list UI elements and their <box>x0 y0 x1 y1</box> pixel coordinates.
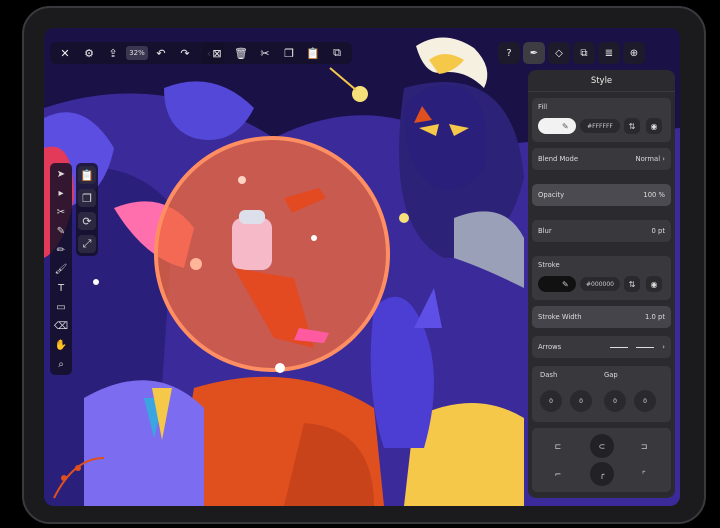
stroke-swap-icon[interactable]: ⇅ <box>624 276 640 292</box>
fill-hex-field[interactable]: #FFFFFF <box>580 119 620 133</box>
bevel-join-icon[interactable]: ⌜ <box>634 464 654 484</box>
stroke-width-slider[interactable]: Stroke Width 1.0 pt <box>532 306 671 328</box>
shape-tool-icon[interactable]: ▭ <box>53 299 69 315</box>
cap-join-section: ⊏ ⊂ ⊐ ⌐ ╭ ⌜ <box>532 428 671 492</box>
resize-icon[interactable]: ⤢ <box>78 235 96 253</box>
gap-label: Gap <box>604 371 618 379</box>
share-icon[interactable]: ⇪ <box>102 43 124 63</box>
fill-swap-icon[interactable]: ⇅ <box>624 118 640 134</box>
zoom-tool-icon[interactable]: ⌕ <box>53 356 69 372</box>
stroke-label: Stroke <box>538 261 560 269</box>
arrow-start-line-icon <box>610 346 629 348</box>
blend-mode-label: Blend Mode <box>538 155 579 163</box>
square-cap-icon[interactable]: ⊐ <box>634 436 654 456</box>
arrange-icon[interactable]: ⧉ <box>573 42 595 64</box>
select-tool-icon[interactable]: ➤ <box>53 166 69 182</box>
blur-slider[interactable]: Blur 0 pt <box>532 220 671 242</box>
copy-icon[interactable]: ❐ <box>278 43 300 63</box>
copy-style-icon[interactable]: ❐ <box>78 189 96 207</box>
stroke-visibility-eye-icon[interactable]: ◉ <box>646 276 662 292</box>
fill-color-swatch[interactable]: ✎ <box>538 118 576 134</box>
top-toolbar-left: ✕ ⚙ ⇪ 32% ↶ ↷ ‹ <box>50 42 224 64</box>
stroke-color-swatch[interactable]: ✎ <box>538 276 576 292</box>
scissors-tool-icon[interactable]: ✂ <box>53 204 69 220</box>
nodes-icon[interactable]: ◇ <box>548 42 570 64</box>
blur-value: 0 pt <box>651 227 665 235</box>
dash-label: Dash <box>540 371 558 379</box>
gap-value-2-knob[interactable]: 0 <box>634 390 656 412</box>
blend-mode-row[interactable]: Blend Mode Normal › <box>532 148 671 170</box>
arrows-row[interactable]: Arrows › <box>532 336 671 358</box>
left-toolbar: ➤ ▸ ✂ ✎ ✏ 🖌 T ▭ ⌫ ✋ ⌕ <box>50 163 72 375</box>
opacity-slider[interactable]: Opacity 100 % <box>532 184 671 206</box>
blend-mode-value: Normal <box>635 155 661 163</box>
layers-icon[interactable]: ≣ <box>598 42 620 64</box>
eyedropper-icon[interactable]: ✎ <box>562 280 569 289</box>
duplicate-icon[interactable]: ⧉ <box>326 43 348 63</box>
zoom-level[interactable]: 32% <box>126 46 148 60</box>
cut-icon[interactable]: ✂ <box>254 43 276 63</box>
style-tool-icon[interactable]: ✒ <box>523 42 545 64</box>
add-icon[interactable]: ⊕ <box>623 42 645 64</box>
arrow-end-line-icon <box>636 346 655 348</box>
brush-tool-icon[interactable]: 🖌 <box>53 261 69 277</box>
round-cap-icon[interactable]: ⊂ <box>590 434 614 458</box>
fill-visibility-eye-icon[interactable]: ◉ <box>646 118 662 134</box>
gap-value-1-knob[interactable]: 0 <box>604 390 626 412</box>
redo-icon[interactable]: ↷ <box>174 43 196 63</box>
pencil-tool-icon[interactable]: ✏ <box>53 242 69 258</box>
top-toolbar-edit: ⊠ 🗑 ✂ ❐ 📋 ⧉ <box>202 42 352 64</box>
left-secondary-toolbar: 📋 ❐ ⟳ ⤢ <box>76 163 98 256</box>
opacity-value: 100 % <box>643 191 665 199</box>
fill-section: Fill ✎ #FFFFFF ⇅ ◉ <box>532 98 671 142</box>
direct-select-tool-icon[interactable]: ▸ <box>53 185 69 201</box>
hand-tool-icon[interactable]: ✋ <box>53 337 69 353</box>
deselect-icon[interactable]: ⊠ <box>206 43 228 63</box>
eyedropper-icon[interactable]: ✎ <box>562 122 569 131</box>
fill-label: Fill <box>538 103 548 111</box>
blur-label: Blur <box>538 227 552 235</box>
dash-gap-section: Dash Gap 0 0 0 0 <box>532 366 671 422</box>
chevron-right-icon: › <box>662 343 665 351</box>
eraser-tool-icon[interactable]: ⌫ <box>53 318 69 334</box>
stroke-hex-field[interactable]: #000000 <box>580 277 620 291</box>
top-toolbar-right: ? ✒ ◇ ⧉ ≣ ⊕ <box>498 42 645 64</box>
settings-icon[interactable]: ⚙ <box>78 43 100 63</box>
trash-icon[interactable]: 🗑 <box>230 43 252 63</box>
paste-icon[interactable]: 📋 <box>302 43 324 63</box>
miter-join-icon[interactable]: ⌐ <box>548 464 568 484</box>
round-join-icon[interactable]: ╭ <box>590 462 614 486</box>
dash-value-1-knob[interactable]: 0 <box>540 390 562 412</box>
chevron-right-icon: › <box>662 155 665 163</box>
stroke-section: Stroke ✎ #000000 ⇅ ◉ <box>532 256 671 300</box>
arrows-label: Arrows <box>538 343 562 351</box>
style-panel: Style Fill ✎ #FFFFFF ⇅ ◉ Blend Mode Norm… <box>528 70 675 498</box>
help-icon[interactable]: ? <box>498 42 520 64</box>
rotate-icon[interactable]: ⟳ <box>78 212 96 230</box>
opacity-label: Opacity <box>538 191 565 199</box>
butt-cap-icon[interactable]: ⊏ <box>548 436 568 456</box>
pen-tool-icon[interactable]: ✎ <box>53 223 69 239</box>
panel-title: Style <box>528 70 675 92</box>
app-screen: ✕ ⚙ ⇪ 32% ↶ ↷ ‹ ⊠ 🗑 ✂ ❐ 📋 ⧉ ? ✒ ◇ ⧉ ≣ ⊕ … <box>44 28 680 506</box>
stroke-width-label: Stroke Width <box>538 313 582 321</box>
dash-value-2-knob[interactable]: 0 <box>570 390 592 412</box>
clipboard-icon[interactable]: 📋 <box>78 166 96 184</box>
close-icon[interactable]: ✕ <box>54 43 76 63</box>
stroke-width-value: 1.0 pt <box>645 313 665 321</box>
text-tool-icon[interactable]: T <box>53 280 69 296</box>
undo-icon[interactable]: ↶ <box>150 43 172 63</box>
